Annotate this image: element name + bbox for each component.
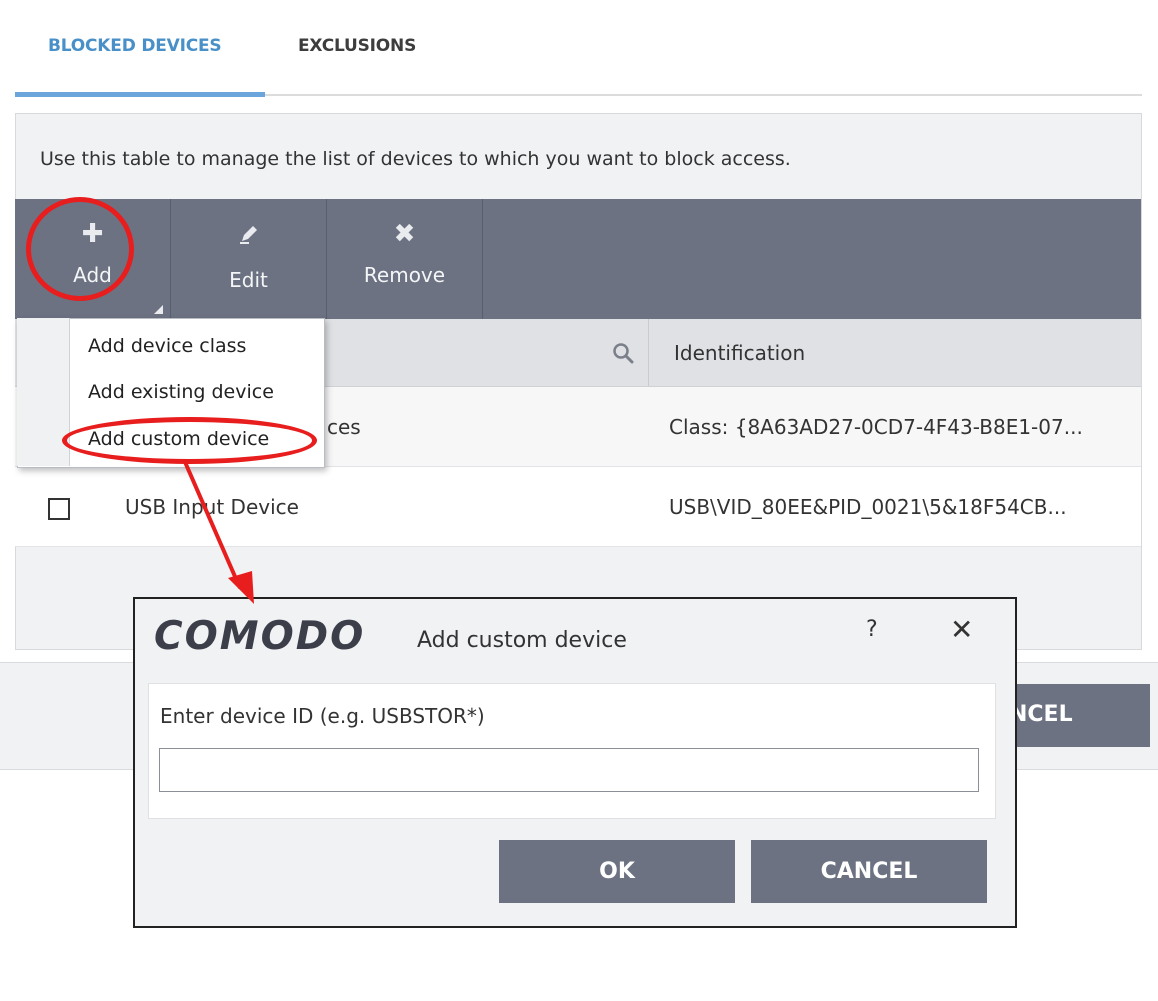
annotation-arrow: [183, 461, 254, 604]
